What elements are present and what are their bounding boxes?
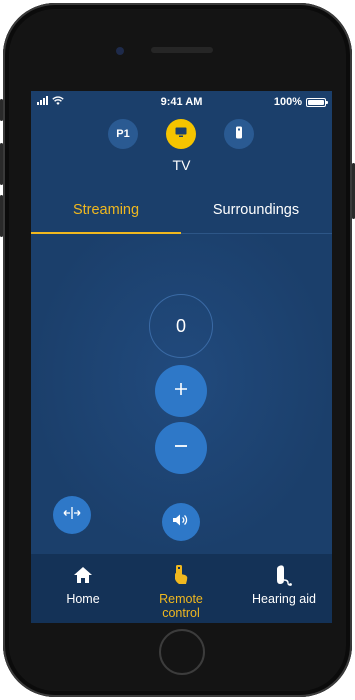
program-remote-button[interactable] <box>224 119 254 149</box>
volume-up-button[interactable] <box>155 365 207 417</box>
nav-remote-control[interactable]: Remote control <box>141 554 221 623</box>
remote-icon <box>235 126 243 142</box>
volume-down-button[interactable] <box>155 422 207 474</box>
nav-home-label: Home <box>66 592 100 606</box>
volume-up-key <box>0 143 3 185</box>
device-label: TV <box>172 157 191 173</box>
tab-surroundings[interactable]: Surroundings <box>181 187 331 233</box>
tv-icon <box>175 127 187 141</box>
hardware-home-button[interactable] <box>159 629 205 675</box>
front-camera <box>116 47 124 55</box>
nav-home[interactable]: Home <box>43 554 123 623</box>
speaker-icon <box>172 513 190 532</box>
sound-mute-button[interactable] <box>162 503 200 541</box>
volume-level-display: 0 <box>149 294 213 358</box>
earpiece-speaker <box>151 47 213 53</box>
hearing-aid-icon <box>275 564 293 586</box>
battery-icon <box>306 97 328 107</box>
program-p1-label: P1 <box>116 128 130 140</box>
program-selector: P1 <box>31 119 332 149</box>
battery-percent: 100% <box>273 96 302 108</box>
home-icon <box>73 564 93 586</box>
balance-arrows-icon <box>63 506 81 525</box>
tab-bar: Streaming Surroundings <box>31 187 332 234</box>
minus-icon <box>174 439 188 458</box>
nav-hearing-aid[interactable]: Hearing aid <box>239 554 329 623</box>
tab-streaming[interactable]: Streaming <box>31 187 181 234</box>
program-p1-button[interactable]: P1 <box>108 119 138 149</box>
phone-frame: 9:41 AM 100% P1 TV Streaming Surrounding… <box>0 3 355 697</box>
volume-down-key <box>0 195 3 237</box>
app-screen: 9:41 AM 100% P1 TV Streaming Surrounding… <box>31 91 332 623</box>
plus-icon <box>174 382 188 401</box>
volume-level-value: 0 <box>175 315 186 336</box>
remote-hand-icon <box>173 564 189 586</box>
balance-button[interactable] <box>53 496 91 534</box>
bottom-navigation: Home Remote control Hearing aid <box>31 554 332 623</box>
nav-remote-label-line2: control <box>162 606 200 620</box>
nav-hearing-aid-label: Hearing aid <box>252 592 316 606</box>
volume-control-panel: 0 <box>31 234 332 554</box>
program-tv-button[interactable] <box>166 119 196 149</box>
nav-remote-label-line1: Remote <box>159 592 203 606</box>
mute-switch <box>0 99 3 121</box>
status-bar: 9:41 AM 100% <box>31 91 332 113</box>
